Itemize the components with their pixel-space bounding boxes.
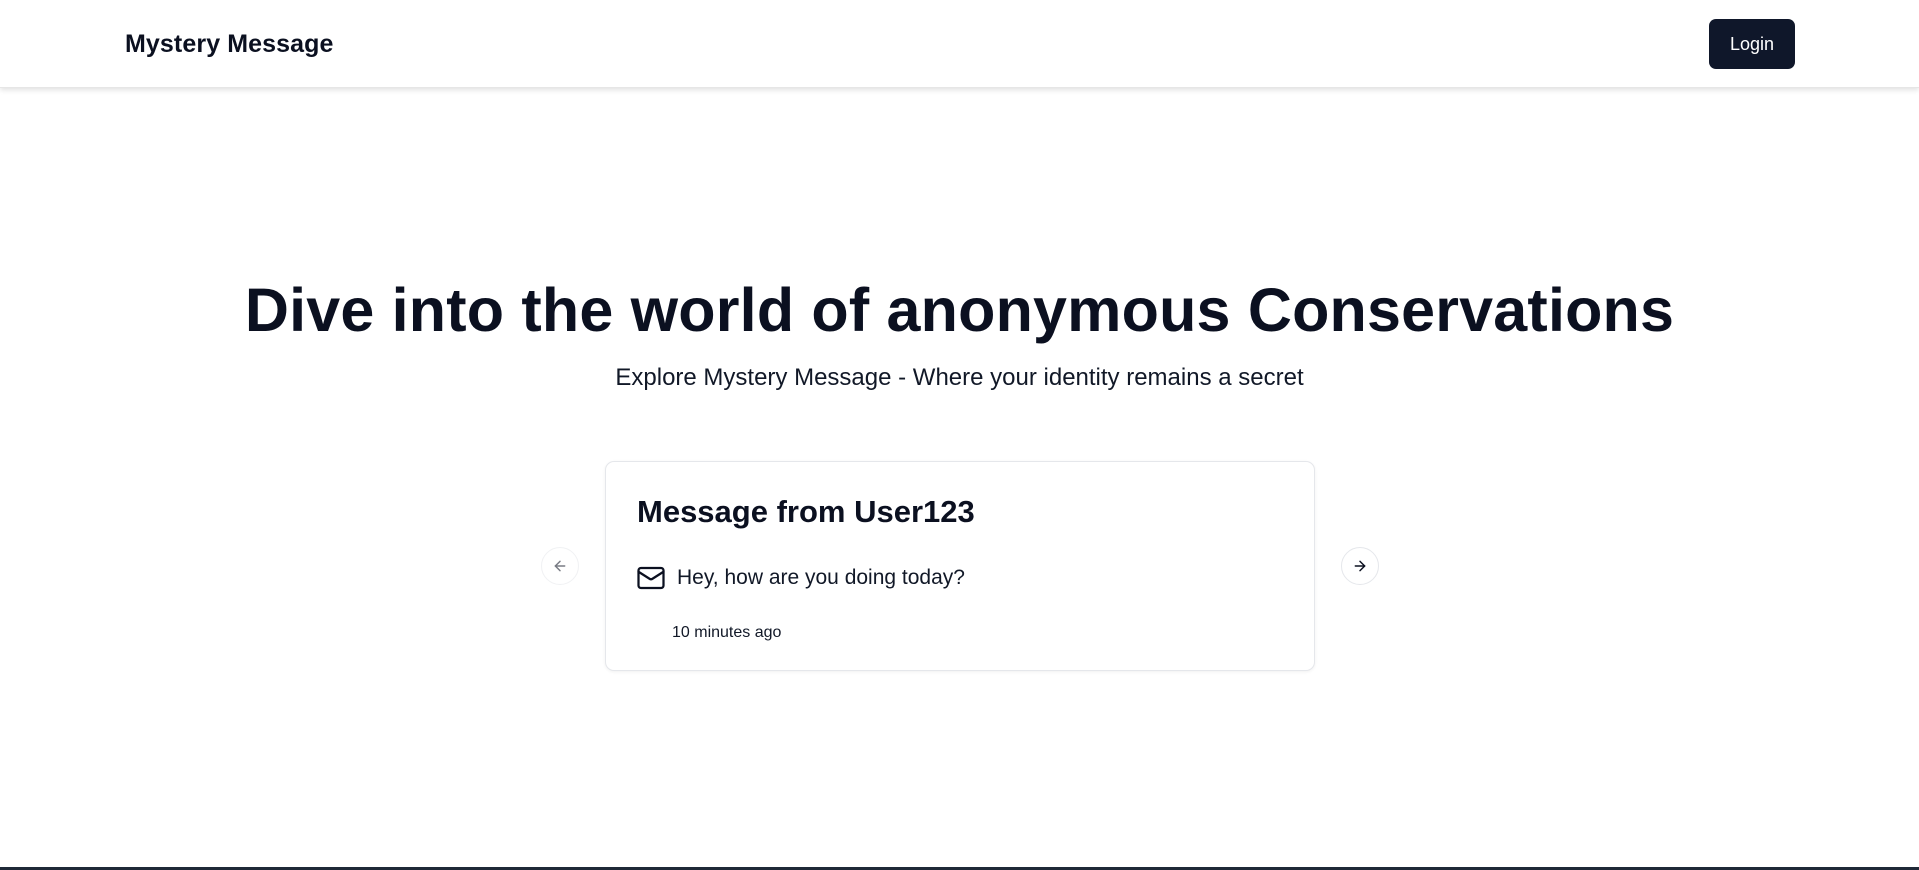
hero-title: Dive into the world of anonymous Conserv…: [244, 276, 1675, 344]
navbar: Mystery Message Login: [0, 0, 1919, 88]
brand-link[interactable]: Mystery Message: [125, 26, 334, 62]
arrow-left-icon: [554, 560, 566, 572]
arrow-right-icon: [1354, 560, 1366, 572]
hero-subtitle: Explore Mystery Message - Where your ide…: [615, 364, 1304, 391]
message-card: Message from User123 Hey, how are you do…: [605, 461, 1315, 671]
carousel-next-button[interactable]: [1341, 547, 1379, 585]
message-timestamp: 10 minutes ago: [672, 624, 782, 641]
login-button[interactable]: Login: [1709, 19, 1795, 69]
mail-icon: [637, 566, 665, 590]
message-content: Hey, how are you doing today?: [677, 566, 965, 589]
carousel-previous-button[interactable]: [541, 547, 579, 585]
message-card-title: Message from User123: [637, 494, 975, 529]
